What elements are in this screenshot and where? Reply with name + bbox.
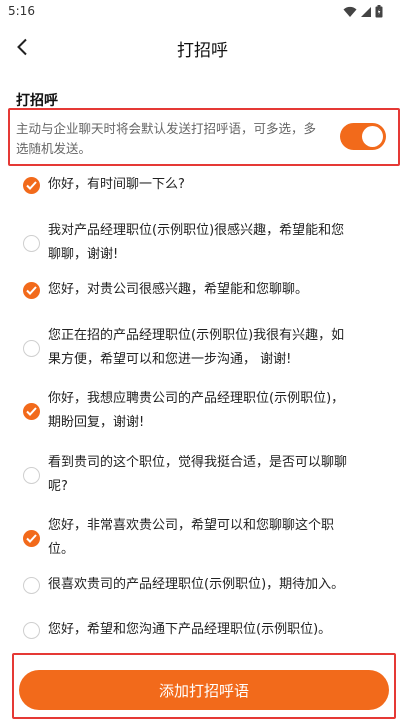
greeting-line: 看到贵司的这个职位，觉得我挺合适，是否可以聊聊 (48, 455, 348, 470)
checkbox-unchecked[interactable] (23, 235, 40, 252)
greeting-line: 您正在招的产品经理职位(示例职位)我很有兴趣，如 (48, 328, 345, 343)
checkbox-checked[interactable] (23, 282, 40, 299)
greeting-text: 您正在招的产品经理职位(示例职位)我很有兴趣，如 果方便，希望可以和您进一步沟通，… (48, 324, 378, 372)
battery-icon (375, 5, 383, 18)
auto-greet-toggle[interactable] (340, 123, 386, 150)
status-icons (343, 5, 383, 18)
greeting-line: 您好，希望和您沟通下产品经理职位(示例职位)。 (48, 622, 332, 637)
check-icon (26, 534, 37, 543)
checkbox-unchecked[interactable] (23, 467, 40, 484)
greeting-line: 你好，我想应聘贵公司的产品经理职位(示例职位)， (48, 391, 345, 406)
checkbox-checked[interactable] (23, 177, 40, 194)
greeting-line: 期盼回复，谢谢! (48, 415, 145, 430)
nav-bar: 打招呼 (0, 26, 405, 70)
status-time: 5:16 (8, 4, 35, 18)
page-title: 打招呼 (177, 41, 228, 61)
checkbox-unchecked[interactable] (23, 622, 40, 639)
signal-icon (361, 6, 371, 17)
greeting-text: 你好，我想应聘贵公司的产品经理职位(示例职位)， 期盼回复，谢谢! (48, 387, 378, 435)
check-icon (26, 181, 37, 190)
greeting-text: 您好，希望和您沟通下产品经理职位(示例职位)。 (48, 618, 378, 642)
greeting-text: 您好，非常喜欢贵公司，希望可以和您聊聊这个职 位。 (48, 514, 378, 562)
greeting-line: 果方便，希望可以和您进一步沟通， 谢谢! (48, 352, 292, 367)
checkbox-checked[interactable] (23, 530, 40, 547)
greeting-line: 您好，非常喜欢贵公司，希望可以和您聊聊这个职 (48, 518, 335, 533)
greeting-line: 我对产品经理职位(示例职位)很感兴趣，希望能和您 (48, 223, 345, 238)
section-title: 打招呼 (16, 93, 58, 109)
wifi-icon (343, 6, 357, 17)
greeting-text: 您好，对贵公司很感兴趣，希望能和您聊聊。 (48, 278, 378, 302)
greeting-text: 我对产品经理职位(示例职位)很感兴趣，希望能和您 聊聊，谢谢! (48, 219, 378, 267)
add-greeting-button[interactable]: 添加打招呼语 (19, 670, 389, 710)
greeting-text: 你好，有时间聊一下么? (48, 173, 378, 197)
greeting-line: 您好，对贵公司很感兴趣，希望能和您聊聊。 (48, 282, 309, 297)
checkbox-unchecked[interactable] (23, 340, 40, 357)
auto-greet-setting: 主动与企业聊天时将会默认发送打招呼语，可多选，多选随机发送。 (8, 108, 400, 166)
greeting-line: 呢? (48, 479, 68, 494)
greeting-text: 看到贵司的这个职位，觉得我挺合适，是否可以聊聊 呢? (48, 451, 378, 499)
status-bar: 5:16 (0, 0, 405, 24)
greeting-line: 你好，有时间聊一下么? (48, 177, 185, 192)
greeting-text: 很喜欢贵司的产品经理职位(示例职位)，期待加入。 (48, 573, 378, 597)
auto-greet-description: 主动与企业聊天时将会默认发送打招呼语，可多选，多选随机发送。 (16, 121, 317, 156)
greeting-line: 聊聊，谢谢! (48, 247, 119, 262)
greeting-line: 很喜欢贵司的产品经理职位(示例职位)，期待加入。 (48, 577, 345, 592)
checkbox-checked[interactable] (23, 403, 40, 420)
footer-bar: 添加打招呼语 (12, 653, 396, 719)
checkbox-unchecked[interactable] (23, 577, 40, 594)
check-icon (26, 286, 37, 295)
toggle-knob (362, 126, 383, 147)
check-icon (26, 407, 37, 416)
greeting-line: 位。 (48, 542, 75, 557)
